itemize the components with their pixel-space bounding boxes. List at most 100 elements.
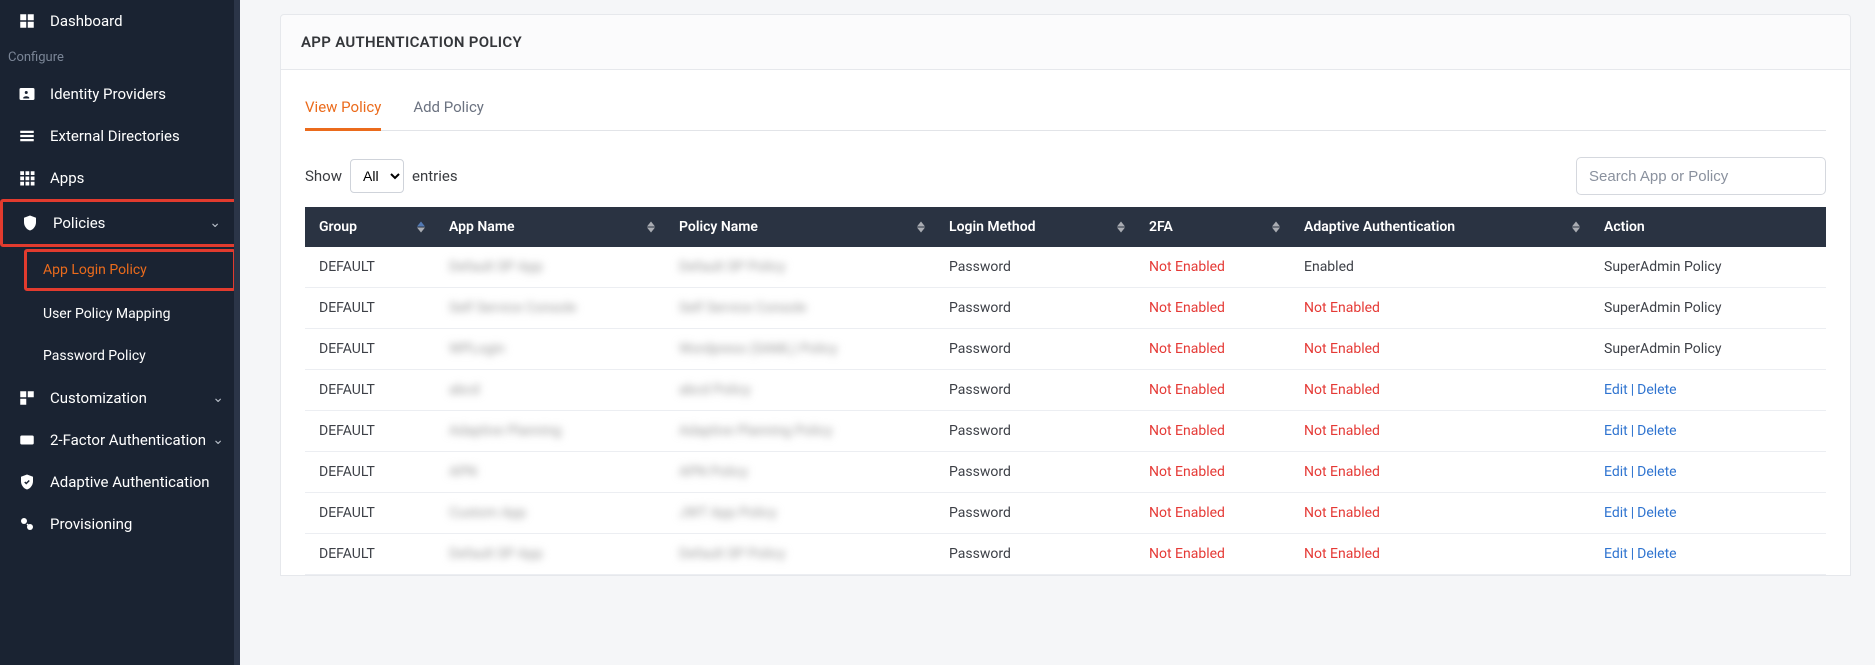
- 2fa-icon: [16, 429, 38, 451]
- sidebar-item-provisioning[interactable]: Provisioning: [0, 503, 240, 545]
- provisioning-icon: [16, 513, 38, 535]
- search-input[interactable]: [1576, 157, 1826, 195]
- col-group[interactable]: Group: [305, 207, 435, 247]
- sidebar-item-2fa[interactable]: 2-Factor Authentication ⌄: [0, 419, 240, 461]
- customization-icon: [16, 387, 38, 409]
- sidebar-item-policies[interactable]: Policies ⌄: [0, 199, 240, 247]
- card-body: View Policy Add Policy Show All entries …: [280, 70, 1851, 576]
- cell-action: SuperAdmin Policy: [1590, 329, 1826, 370]
- action-text: SuperAdmin Policy: [1604, 259, 1721, 275]
- cell-action: SuperAdmin Policy: [1590, 288, 1826, 329]
- cell-app-name: Adaptive Planning: [435, 411, 665, 452]
- table-row: DEFAULTSelf Service ConsoleSelf Service …: [305, 288, 1826, 329]
- sidebar-item-dashboard[interactable]: Dashboard: [0, 0, 240, 42]
- cell-login-method: Password: [935, 493, 1135, 534]
- sidebar-item-identity-providers[interactable]: Identity Providers: [0, 73, 240, 115]
- sidebar-sub-app-login-policy[interactable]: App Login Policy: [24, 249, 236, 291]
- sidebar-item-label: Adaptive Authentication: [50, 473, 224, 491]
- delete-link[interactable]: Delete: [1637, 546, 1676, 562]
- cell-adaptive: Not Enabled: [1290, 493, 1590, 534]
- cell-app-name: Custom App: [435, 493, 665, 534]
- page-title: APP AUTHENTICATION POLICY: [301, 33, 1830, 51]
- table-header-row: Group App Name Policy Name Login Method: [305, 207, 1826, 247]
- action-separator: |: [1631, 546, 1634, 562]
- edit-link[interactable]: Edit: [1604, 505, 1628, 521]
- delete-link[interactable]: Delete: [1637, 464, 1676, 480]
- cell-app-name: abcd: [435, 370, 665, 411]
- cell-2fa: Not Enabled: [1135, 493, 1290, 534]
- edit-link[interactable]: Edit: [1604, 382, 1628, 398]
- sidebar-item-label: Dashboard: [50, 12, 224, 30]
- cell-group: DEFAULT: [305, 411, 435, 452]
- cell-app-name: Default SP App: [435, 247, 665, 288]
- cell-2fa: Not Enabled: [1135, 370, 1290, 411]
- cell-2fa: Not Enabled: [1135, 534, 1290, 575]
- cell-app-name: Default SP App: [435, 534, 665, 575]
- delete-link[interactable]: Delete: [1637, 382, 1676, 398]
- sidebar-item-customization[interactable]: Customization ⌄: [0, 377, 240, 419]
- tabs: View Policy Add Policy: [305, 98, 1826, 131]
- cell-login-method: Password: [935, 329, 1135, 370]
- cell-login-method: Password: [935, 288, 1135, 329]
- table-row: DEFAULTDefault SP AppDefault SP PolicyPa…: [305, 534, 1826, 575]
- cell-action: Edit|Delete: [1590, 534, 1826, 575]
- col-adaptive-auth[interactable]: Adaptive Authentication: [1290, 207, 1590, 247]
- cell-2fa: Not Enabled: [1135, 452, 1290, 493]
- tab-add-policy[interactable]: Add Policy: [413, 98, 484, 130]
- edit-link[interactable]: Edit: [1604, 423, 1628, 439]
- entries-select[interactable]: All: [350, 159, 404, 193]
- cell-policy-name: Default SP Policy: [665, 534, 935, 575]
- sidebar-item-label: Apps: [50, 169, 224, 187]
- sidebar-item-apps[interactable]: Apps: [0, 157, 240, 199]
- cell-adaptive: Not Enabled: [1290, 411, 1590, 452]
- delete-link[interactable]: Delete: [1637, 423, 1676, 439]
- cell-action: Edit|Delete: [1590, 493, 1826, 534]
- col-login-method[interactable]: Login Method: [935, 207, 1135, 247]
- cell-group: DEFAULT: [305, 247, 435, 288]
- cell-2fa: Not Enabled: [1135, 247, 1290, 288]
- sidebar-scrollbar[interactable]: [234, 0, 240, 665]
- sidebar-item-external-directories[interactable]: External Directories: [0, 115, 240, 157]
- sidebar-item-label: Policies: [53, 214, 209, 232]
- col-policy-name[interactable]: Policy Name: [665, 207, 935, 247]
- table-row: DEFAULTCustom AppJWT App PolicyPasswordN…: [305, 493, 1826, 534]
- cell-action: Edit|Delete: [1590, 370, 1826, 411]
- sidebar-item-label: Identity Providers: [50, 85, 224, 103]
- col-action: Action: [1590, 207, 1826, 247]
- cell-action: SuperAdmin Policy: [1590, 247, 1826, 288]
- action-separator: |: [1631, 423, 1634, 439]
- sidebar: Dashboard Configure Identity Providers E…: [0, 0, 240, 665]
- edit-link[interactable]: Edit: [1604, 464, 1628, 480]
- cell-group: DEFAULT: [305, 493, 435, 534]
- cell-app-name: WPLogin: [435, 329, 665, 370]
- sidebar-sub-user-policy-mapping[interactable]: User Policy Mapping: [0, 293, 240, 335]
- sidebar-sub-password-policy[interactable]: Password Policy: [0, 335, 240, 377]
- cell-login-method: Password: [935, 452, 1135, 493]
- table-row: DEFAULTDefault SP AppDefault SP PolicyPa…: [305, 247, 1826, 288]
- chevron-down-icon: ⌄: [212, 390, 224, 406]
- sidebar-item-label: External Directories: [50, 127, 224, 145]
- sidebar-item-label: User Policy Mapping: [43, 306, 221, 322]
- cell-action: Edit|Delete: [1590, 411, 1826, 452]
- col-2fa[interactable]: 2FA: [1135, 207, 1290, 247]
- edit-link[interactable]: Edit: [1604, 546, 1628, 562]
- chevron-down-icon: ⌄: [212, 432, 224, 448]
- search-box: [1576, 157, 1826, 195]
- sidebar-item-label: App Login Policy: [43, 262, 217, 278]
- tab-view-policy[interactable]: View Policy: [305, 98, 381, 130]
- sidebar-section-label: Configure: [8, 50, 232, 65]
- show-entries: Show All entries: [305, 159, 458, 193]
- sidebar-item-adaptive-auth[interactable]: Adaptive Authentication: [0, 461, 240, 503]
- id-card-icon: [16, 83, 38, 105]
- show-label: Show: [305, 167, 342, 185]
- entries-label: entries: [412, 167, 458, 185]
- cell-adaptive: Not Enabled: [1290, 288, 1590, 329]
- delete-link[interactable]: Delete: [1637, 505, 1676, 521]
- main-content: APP AUTHENTICATION POLICY View Policy Ad…: [240, 0, 1875, 665]
- cell-policy-name: Self Service Console: [665, 288, 935, 329]
- cell-policy-name: Default SP Policy: [665, 247, 935, 288]
- apps-grid-icon: [16, 167, 38, 189]
- col-app-name[interactable]: App Name: [435, 207, 665, 247]
- chevron-down-icon: ⌄: [209, 215, 221, 231]
- cell-policy-name: Wordpress (SAML) Policy: [665, 329, 935, 370]
